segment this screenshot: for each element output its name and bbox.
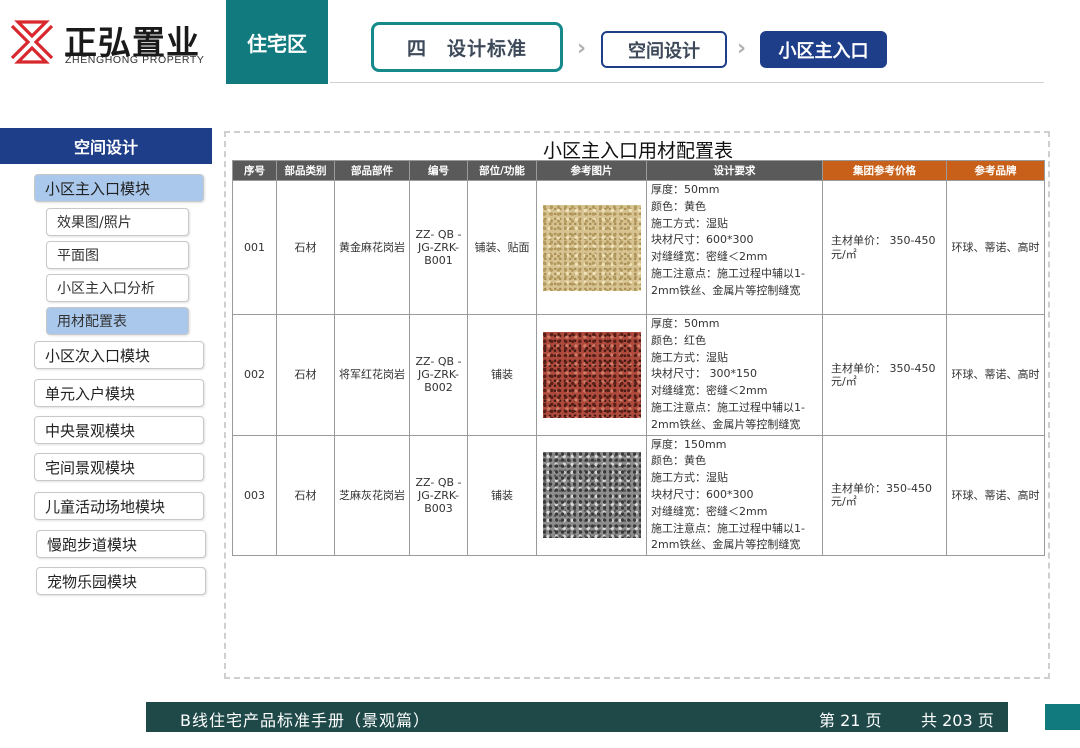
sidebar-item-unit-entry[interactable]: 单元入户模块 <box>34 379 204 407</box>
req-line: 施工注意点：施工过程中辅以1-2mm铁丝、金属片等控制缝宽 <box>651 266 805 297</box>
sidebar-sub-materials[interactable]: 用材配置表 <box>46 307 189 335</box>
page-number: 第 21 页 <box>819 711 882 730</box>
sidebar-sub-analysis[interactable]: 小区主入口分析 <box>46 274 189 302</box>
cell-requirements: 厚度：150mm 颜色：黄色 施工方式：湿贴 块材尺寸：600*300 对缝缝宽… <box>646 434 823 557</box>
footer-bar: B线住宅产品标准手册（景观篇） 第 21 页 共 203 页 <box>146 702 1008 732</box>
req-line: 施工方式：湿贴 <box>651 350 728 364</box>
col-header: 设计要求 <box>646 160 823 181</box>
req-line: 块材尺寸：600*300 <box>651 233 754 247</box>
cell-brand: 环球、蒂诺、高时 <box>946 314 1045 436</box>
cell-position: 铺装、贴面 <box>467 180 537 315</box>
breadcrumb-chapter[interactable]: 四 设计标准 <box>371 22 563 72</box>
req-line: 块材尺寸： 300*150 <box>651 367 757 381</box>
red-granite-swatch <box>542 331 641 418</box>
col-header: 部品类别 <box>276 160 335 181</box>
sidebar-sub-renderings[interactable]: 效果图/照片 <box>46 208 189 236</box>
cell-part: 将军红花岗岩 <box>334 314 410 436</box>
cell-code: ZZ- QB - JG-ZRK- B003 <box>409 434 468 557</box>
col-header: 编号 <box>409 160 468 181</box>
req-line: 对缝缝宽：密缝＜2mm <box>651 504 768 518</box>
col-header-brand: 参考品牌 <box>946 160 1045 181</box>
cell-code: ZZ- QB - JG-ZRK- B002 <box>409 314 468 436</box>
req-line: 厚度：150mm <box>651 437 727 451</box>
cell-requirements: 厚度：50mm 颜色：黄色 施工方式：湿贴 块材尺寸：600*300 对缝缝宽：… <box>646 180 823 315</box>
materials-table: 序号 部品类别 部品部件 编号 部位/功能 参考图片 设计要求 集团参考价格 参… <box>232 160 1045 557</box>
page-total: 共 203 页 <box>921 711 994 730</box>
cell-brand: 环球、蒂诺、高时 <box>946 180 1045 315</box>
req-line: 施工注意点：施工过程中辅以1-2mm铁丝、金属片等控制缝宽 <box>651 400 805 431</box>
sidebar-item-pet-park[interactable]: 宠物乐园模块 <box>36 567 206 595</box>
req-line: 厚度：50mm <box>651 317 720 330</box>
col-header: 参考图片 <box>536 160 647 181</box>
brand-subtitle: ZHENGHONG PROPERTY <box>65 54 205 66</box>
cell-no: 001 <box>232 180 277 315</box>
cell-no: 002 <box>232 314 277 436</box>
chapter-label: 设计标准 <box>447 37 528 60</box>
cell-requirements: 厚度：50mm 颜色：红色 施工方式：湿贴 块材尺寸： 300*150 对缝缝宽… <box>646 314 823 436</box>
req-line: 对缝缝宽：密缝＜2mm <box>651 250 768 264</box>
cell-image <box>536 314 647 436</box>
req-line: 颜色：黄色 <box>651 199 706 213</box>
cell-brand: 环球、蒂诺、高时 <box>946 434 1045 557</box>
req-line: 颜色：红色 <box>651 333 706 347</box>
grey-granite-swatch <box>542 452 641 539</box>
req-line: 施工方式：湿贴 <box>651 471 728 485</box>
sidebar-item-jogging[interactable]: 慢跑步道模块 <box>36 530 206 558</box>
sidebar-heading[interactable]: 空间设计 <box>0 128 212 164</box>
cell-price: 主材单价： 350-450元/㎡ <box>822 180 947 315</box>
req-line: 块材尺寸：600*300 <box>651 487 754 501</box>
req-line: 颜色：黄色 <box>651 454 706 468</box>
cell-price: 主材单价：350-450元/㎡ <box>822 434 947 557</box>
cell-category: 石材 <box>276 434 335 557</box>
header-divider <box>330 82 1044 83</box>
col-header: 部品部件 <box>334 160 410 181</box>
breadcrumb-current[interactable]: 小区主入口 <box>760 31 887 68</box>
chapter-number: 四 <box>406 37 427 60</box>
sidebar-item-central-landscape[interactable]: 中央景观模块 <box>34 416 204 444</box>
col-header: 部位/功能 <box>467 160 537 181</box>
cell-code: ZZ- QB - JG-ZRK- B001 <box>409 180 468 315</box>
cell-no: 003 <box>232 434 277 557</box>
req-line: 对缝缝宽：密缝＜2mm <box>651 384 768 398</box>
col-header-price: 集团参考价格 <box>822 160 947 181</box>
table-row: 002 石材 将军红花岗岩 ZZ- QB - JG-ZRK- B002 铺装 厚… <box>232 314 1045 436</box>
req-line: 施工方式：湿贴 <box>651 216 728 230</box>
cell-part: 芝麻灰花岗岩 <box>334 434 410 557</box>
chevron-right-icon: › <box>737 36 747 61</box>
chevron-right-icon: › <box>577 36 587 61</box>
cell-position: 铺装 <box>467 314 537 436</box>
cell-price: 主材单价： 350-450元/㎡ <box>822 314 947 436</box>
cell-position: 铺装 <box>467 434 537 557</box>
sidebar-sub-plan[interactable]: 平面图 <box>46 241 189 269</box>
sidebar-item-playground[interactable]: 儿童活动场地模块 <box>34 492 204 520</box>
sidebar-item-main-entrance[interactable]: 小区主入口模块 <box>34 174 204 202</box>
cell-category: 石材 <box>276 314 335 436</box>
sidebar-item-inter-building[interactable]: 宅间景观模块 <box>34 453 204 481</box>
req-line: 厚度：50mm <box>651 183 720 196</box>
cell-part: 黄金麻花岗岩 <box>334 180 410 315</box>
cell-category: 石材 <box>276 180 335 315</box>
table-row: 003 石材 芝麻灰花岗岩 ZZ- QB - JG-ZRK- B003 铺装 厚… <box>232 434 1045 557</box>
cell-image <box>536 434 647 557</box>
table-row: 001 石材 黄金麻花岗岩 ZZ- QB - JG-ZRK- B001 铺装、贴… <box>232 180 1045 315</box>
brand-logo: 正弘置业 ZHENGHONG PROPERTY <box>8 14 218 70</box>
zhenghong-logo-icon <box>10 20 54 64</box>
table-title: 小区主入口用材配置表 <box>542 140 733 162</box>
footer-accent <box>1045 704 1080 730</box>
col-header: 序号 <box>232 160 277 181</box>
req-line: 施工注意点：施工过程中辅以1-2mm铁丝、金属片等控制缝宽 <box>651 521 805 552</box>
table-header-row: 序号 部品类别 部品部件 编号 部位/功能 参考图片 设计要求 集团参考价格 参… <box>232 160 1045 181</box>
footer-title: B线住宅产品标准手册（景观篇） <box>180 711 430 730</box>
yellow-granite-swatch <box>542 204 641 291</box>
cell-image <box>536 180 647 315</box>
breadcrumb-space-design[interactable]: 空间设计 <box>601 31 727 68</box>
section-tab[interactable]: 住宅区 <box>226 0 328 84</box>
sidebar-item-secondary-entrance[interactable]: 小区次入口模块 <box>34 341 204 369</box>
